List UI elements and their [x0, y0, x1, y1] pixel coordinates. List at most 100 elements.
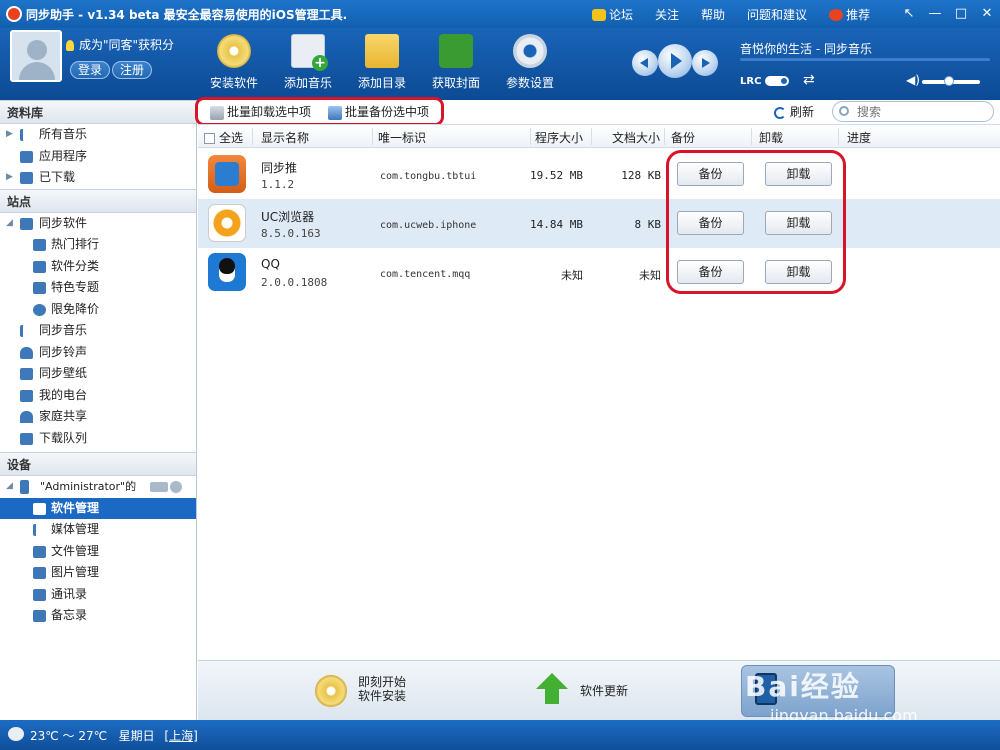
add-folder-button[interactable]: 添加目录: [347, 34, 417, 91]
sidebar-item-notes[interactable]: 备忘录: [0, 605, 196, 627]
volume-icon[interactable]: ◀): [906, 73, 920, 87]
eject-icon[interactable]: [170, 481, 182, 493]
window-title: 同步助手 - v1.34 beta 最安全最容易使用的iOS管理工具.: [26, 7, 348, 22]
radio-icon: [20, 389, 33, 402]
sidebar-item-photo-manager[interactable]: 图片管理: [0, 562, 196, 584]
sidebar-item-wallpapers[interactable]: 同步壁纸: [0, 363, 196, 385]
collapse-arrow-icon[interactable]: ◢: [6, 476, 13, 498]
app-size: 14.84 MB: [530, 218, 583, 231]
lightbulb-icon: [66, 40, 74, 51]
previous-track-icon[interactable]: [632, 50, 658, 76]
cloud-icon: [8, 727, 24, 741]
sidebar-item-software-manager[interactable]: 软件管理: [0, 497, 196, 519]
sidebar-item-media-manager[interactable]: 媒体管理: [0, 519, 196, 541]
close-icon[interactable]: ✕: [974, 0, 1000, 28]
sidebar-device[interactable]: ◢ "Administrator"的: [0, 476, 196, 498]
contacts-book-icon: [33, 588, 46, 601]
column-name[interactable]: 显示名称: [261, 129, 309, 146]
window-controls: ↖ — □ ✕: [896, 0, 1000, 28]
expand-arrow-icon[interactable]: ▶: [6, 167, 13, 189]
app-version: 8.5.0.163: [261, 227, 321, 240]
sidebar-item-sync-software[interactable]: ◢ 同步软件: [0, 213, 196, 235]
mini-mode-icon[interactable]: ↖: [896, 0, 922, 28]
bar-chart-icon: [33, 239, 46, 251]
settings-button[interactable]: 参数设置: [495, 34, 565, 91]
table-row[interactable]: 同步推 1.1.2 com.tongbu.tbtui 19.52 MB 128 …: [198, 150, 1000, 199]
column-progress: 进度: [847, 131, 872, 145]
sidebar-item-radio[interactable]: 我的电台: [0, 385, 196, 407]
sidebar-item-free-deals[interactable]: 限免降价: [0, 299, 196, 321]
follow-link[interactable]: 关注: [655, 6, 679, 23]
song-progress-track[interactable]: [740, 58, 990, 61]
play-icon[interactable]: [658, 44, 692, 78]
column-doc-size[interactable]: 文档大小: [612, 129, 660, 146]
forum-link[interactable]: 论坛: [592, 6, 633, 23]
app-box-icon: [20, 150, 33, 163]
chat-icon: [592, 9, 606, 21]
sidebar-item-contacts[interactable]: 通讯录: [0, 584, 196, 606]
app-box-icon: [20, 217, 33, 230]
disc-install-icon: [315, 675, 347, 707]
refresh-button[interactable]: 刷新: [774, 103, 814, 120]
maximize-icon[interactable]: □: [948, 0, 974, 28]
app-bundle-id: com.ucweb.iphone: [380, 220, 477, 231]
bell-icon: [20, 346, 33, 359]
volume-knob[interactable]: [944, 76, 954, 86]
app-logo-icon: [6, 6, 22, 22]
music-note-icon: [33, 524, 46, 536]
app-bundle-id: com.tongbu.tbtui: [380, 171, 477, 182]
weather-info: 23℃ ～ 27℃ 星期日 [上海]: [30, 729, 198, 743]
download-arrow-icon: [20, 172, 33, 184]
minimize-icon[interactable]: —: [922, 0, 948, 28]
add-music-button[interactable]: 添加音乐: [273, 34, 343, 91]
qq-app-icon: [208, 253, 246, 291]
lrc-toggle[interactable]: LRC: [740, 76, 790, 87]
download-arrow-icon: [20, 432, 33, 445]
gear-icon: [513, 34, 547, 68]
help-link[interactable]: 帮助: [701, 6, 725, 23]
expand-arrow-icon[interactable]: ▶: [6, 124, 13, 146]
select-all-checkbox[interactable]: 全选: [204, 129, 243, 146]
tongbutui-app-icon: [208, 155, 246, 193]
highlight-box-batch: [195, 97, 444, 126]
sidebar-item-featured[interactable]: 特色专题: [0, 277, 196, 299]
sidebar-item-home-sharing[interactable]: 家庭共享: [0, 406, 196, 428]
update-arrow-icon: [536, 673, 568, 689]
install-software-button[interactable]: 安装软件: [199, 34, 269, 91]
dollar-icon: [33, 303, 46, 316]
sidebar-item-hot-ranking[interactable]: 热门排行: [0, 234, 196, 256]
software-update-button[interactable]: 软件更新: [580, 682, 628, 699]
avatar[interactable]: [10, 30, 62, 82]
table-row[interactable]: UC浏览器 8.5.0.163 com.ucweb.iphone 14.84 M…: [198, 199, 1000, 248]
table-row[interactable]: QQ 2.0.0.1808 com.tencent.mqq 未知 未知 备份 卸…: [198, 248, 1000, 297]
search-input[interactable]: [857, 104, 987, 119]
shuffle-icon[interactable]: ⇄: [803, 72, 815, 88]
next-track-icon[interactable]: [692, 50, 718, 76]
column-id[interactable]: 唯一标识: [378, 129, 426, 146]
sidebar-item-sync-music[interactable]: 同步音乐: [0, 320, 196, 342]
sidebar-item-all-music[interactable]: ▶ 所有音乐: [0, 124, 196, 146]
add-music-icon: [291, 34, 328, 71]
feedback-link[interactable]: 问题和建议: [747, 6, 807, 23]
city-link[interactable]: [上海]: [164, 729, 197, 743]
checkbox-icon: [204, 133, 215, 144]
collapse-arrow-icon[interactable]: ◢: [6, 213, 13, 235]
sidebar-item-ringtones[interactable]: 同步铃声: [0, 342, 196, 364]
start-install-button[interactable]: 即刻开始 软件安装: [358, 675, 406, 703]
login-button[interactable]: 登录: [70, 61, 111, 79]
recommend-link[interactable]: 推荐: [829, 6, 870, 23]
sidebar-item-downloaded[interactable]: ▶ 已下载: [0, 167, 196, 189]
search-box[interactable]: [832, 101, 994, 122]
sidebar-item-file-manager[interactable]: 文件管理: [0, 541, 196, 563]
bookmark-icon: [33, 282, 46, 294]
register-button[interactable]: 注册: [112, 61, 153, 79]
sidebar-item-categories[interactable]: 软件分类: [0, 256, 196, 278]
doc-size: 128 KB: [621, 169, 661, 182]
guest-hint: 成为"同客"获积分: [66, 36, 174, 53]
device-header: 设备: [0, 452, 196, 476]
sidebar-item-download-queue[interactable]: 下载队列: [0, 428, 196, 450]
sidebar-item-apps[interactable]: 应用程序: [0, 146, 196, 168]
get-cover-button[interactable]: 获取封面: [421, 34, 491, 91]
login-buttons: 登录 注册: [70, 61, 154, 79]
column-app-size[interactable]: 程序大小: [535, 129, 583, 146]
